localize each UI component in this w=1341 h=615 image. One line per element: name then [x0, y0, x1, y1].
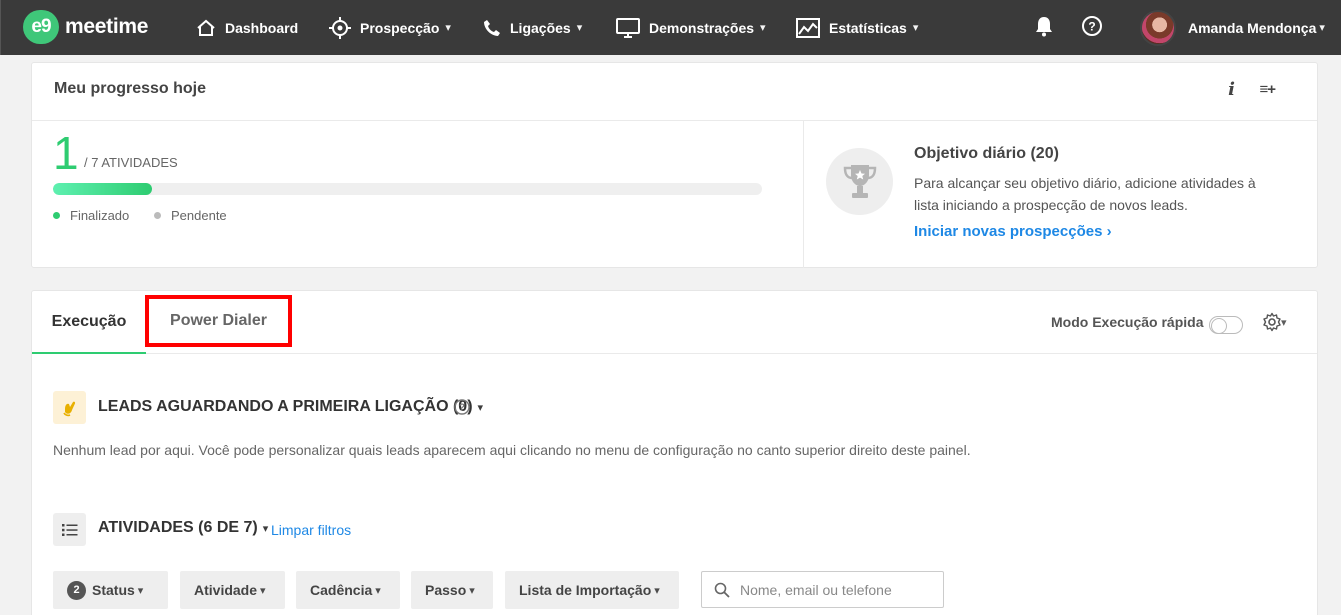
- user-menu[interactable]: Amanda Mendonça ▾: [1188, 0, 1325, 55]
- filter-status[interactable]: 2 Status ▾: [53, 571, 168, 609]
- chevron-down-icon: ▾: [445, 22, 451, 34]
- nav-dashboard[interactable]: Dashboard: [196, 0, 298, 55]
- filter-cadencia[interactable]: Cadência ▾: [296, 571, 400, 609]
- top-navbar: e9 meetime Dashboard Prospecção ▾ Ligaçõ…: [0, 0, 1341, 55]
- leads-section-title[interactable]: LEADS AGUARDANDO A PRIMEIRA LIGAÇÃO (0) …: [98, 398, 483, 416]
- filter-lista-importacao[interactable]: Lista de Importação ▾: [505, 571, 679, 609]
- nav-estatisticas-label: Estatísticas: [829, 19, 907, 36]
- meetime-logo[interactable]: e9 meetime: [23, 10, 148, 44]
- done-dot-icon: [53, 212, 60, 219]
- legend-pending: Pendente: [154, 208, 227, 223]
- nav-prospeccao-label: Prospecção: [360, 19, 440, 36]
- help-circle-icon[interactable]: ?: [1079, 13, 1105, 39]
- nav-prospeccao[interactable]: Prospecção ▾: [329, 0, 451, 55]
- chevron-down-icon: ▾: [576, 22, 583, 34]
- execution-card: Execução Power Dialer Modo Execução rápi…: [31, 290, 1318, 615]
- logo-text: meetime: [65, 15, 149, 38]
- progress-title: Meu progresso hoje: [54, 80, 207, 97]
- nav-ligacoes-label: Ligações: [510, 19, 571, 36]
- chart-icon: [796, 17, 820, 38]
- nav-estatisticas[interactable]: Estatísticas ▾: [796, 0, 918, 55]
- monitor-icon: [616, 17, 640, 38]
- filter-atividade-label: Atividade: [194, 582, 258, 598]
- leads-section-title-text: LEADS AGUARDANDO A PRIMEIRA LIGAÇÃO (0): [98, 398, 473, 415]
- legend-done: Finalizado: [53, 208, 129, 223]
- chevron-down-icon: ▾: [912, 22, 919, 34]
- filter-count-badge: 2: [67, 580, 86, 600]
- help-circle-icon[interactable]: ?: [453, 398, 471, 421]
- quick-mode-label: Modo Execução rápida: [1051, 314, 1204, 330]
- svg-text:?: ?: [459, 403, 465, 414]
- progress-header: Meu progresso hoje i ≡+: [32, 63, 1317, 121]
- home-icon: [197, 19, 215, 36]
- activities-title-text: ATIVIDADES (6 DE 7): [98, 519, 258, 536]
- trophy-icon: [826, 148, 893, 215]
- activities-section-title[interactable]: ATIVIDADES (6 DE 7) ▾: [98, 519, 268, 537]
- clear-filters-link[interactable]: Limpar filtros: [271, 522, 351, 538]
- filter-passo-label: Passo: [425, 582, 467, 598]
- chevron-down-icon: ▾: [137, 584, 144, 597]
- bell-icon[interactable]: [1031, 13, 1057, 39]
- svg-text:?: ?: [1088, 20, 1095, 34]
- divider: [803, 121, 804, 268]
- filter-atividade[interactable]: Atividade ▾: [180, 571, 285, 609]
- chevron-down-icon: ▾: [1319, 22, 1325, 34]
- phone-icon: [484, 19, 500, 36]
- avatar[interactable]: [1140, 10, 1176, 46]
- empty-leads-message: Nenhum lead por aqui. Você pode personal…: [53, 442, 971, 458]
- tabs-bar: Execução Power Dialer Modo Execução rápi…: [32, 291, 1317, 354]
- activities-total: / 7 ATIVIDADES: [84, 155, 178, 170]
- progress-bar: [53, 183, 762, 195]
- chevron-down-icon: ▾: [469, 584, 475, 597]
- nav-ligacoes[interactable]: Ligações ▾: [483, 0, 582, 55]
- search-box[interactable]: [701, 571, 944, 608]
- nav-demonstracoes-label: Demonstrações: [649, 19, 755, 36]
- progress-card: Meu progresso hoje i ≡+ 1 / 7 ATIVIDADES…: [31, 62, 1318, 268]
- add-list-icon[interactable]: ≡+: [1259, 81, 1275, 98]
- done-count: 1: [53, 127, 79, 179]
- chevron-down-icon: ▾: [1281, 316, 1287, 329]
- filter-lista-label: Lista de Importação: [519, 582, 652, 598]
- gear-icon: [1263, 312, 1281, 332]
- tab-power-dialer[interactable]: Power Dialer: [145, 295, 292, 347]
- chevron-down-icon: ▾: [375, 584, 381, 597]
- info-icon[interactable]: i: [1228, 79, 1235, 100]
- nav-demonstracoes[interactable]: Demonstrações ▾: [616, 0, 766, 55]
- user-name: Amanda Mendonça: [1188, 19, 1317, 36]
- search-icon: [714, 582, 730, 598]
- filter-cadencia-label: Cadência: [310, 582, 373, 598]
- tab-execucao[interactable]: Execução: [32, 291, 146, 354]
- hand-wave-icon: [53, 391, 86, 424]
- filter-passo[interactable]: Passo ▾: [411, 571, 493, 609]
- logo-mark: e9: [23, 10, 59, 44]
- nav-dashboard-label: Dashboard: [225, 19, 299, 36]
- start-prospecting-link[interactable]: Iniciar novas prospecções ›: [914, 223, 1112, 240]
- chevron-down-icon: ▾: [477, 401, 484, 414]
- filter-status-label: Status: [92, 582, 135, 598]
- chevron-down-icon: ▾: [260, 584, 266, 597]
- list-icon: [53, 513, 86, 546]
- progress-bar-fill: [53, 183, 153, 195]
- search-input[interactable]: [740, 581, 930, 598]
- target-icon: [329, 16, 351, 39]
- objective-description: Para alcançar seu objetivo diário, adici…: [914, 175, 1256, 213]
- chevron-down-icon: ▾: [262, 522, 269, 535]
- legend-pending-label: Pendente: [171, 208, 227, 223]
- chevron-down-icon: ▾: [654, 584, 660, 597]
- settings-menu[interactable]: ▾: [1262, 312, 1287, 332]
- pending-dot-icon: [154, 212, 161, 219]
- objective-title: Objetivo diário (20): [914, 145, 1059, 162]
- legend-done-label: Finalizado: [70, 208, 130, 223]
- chevron-down-icon: ▾: [760, 22, 766, 34]
- quick-mode-toggle[interactable]: [1209, 316, 1243, 334]
